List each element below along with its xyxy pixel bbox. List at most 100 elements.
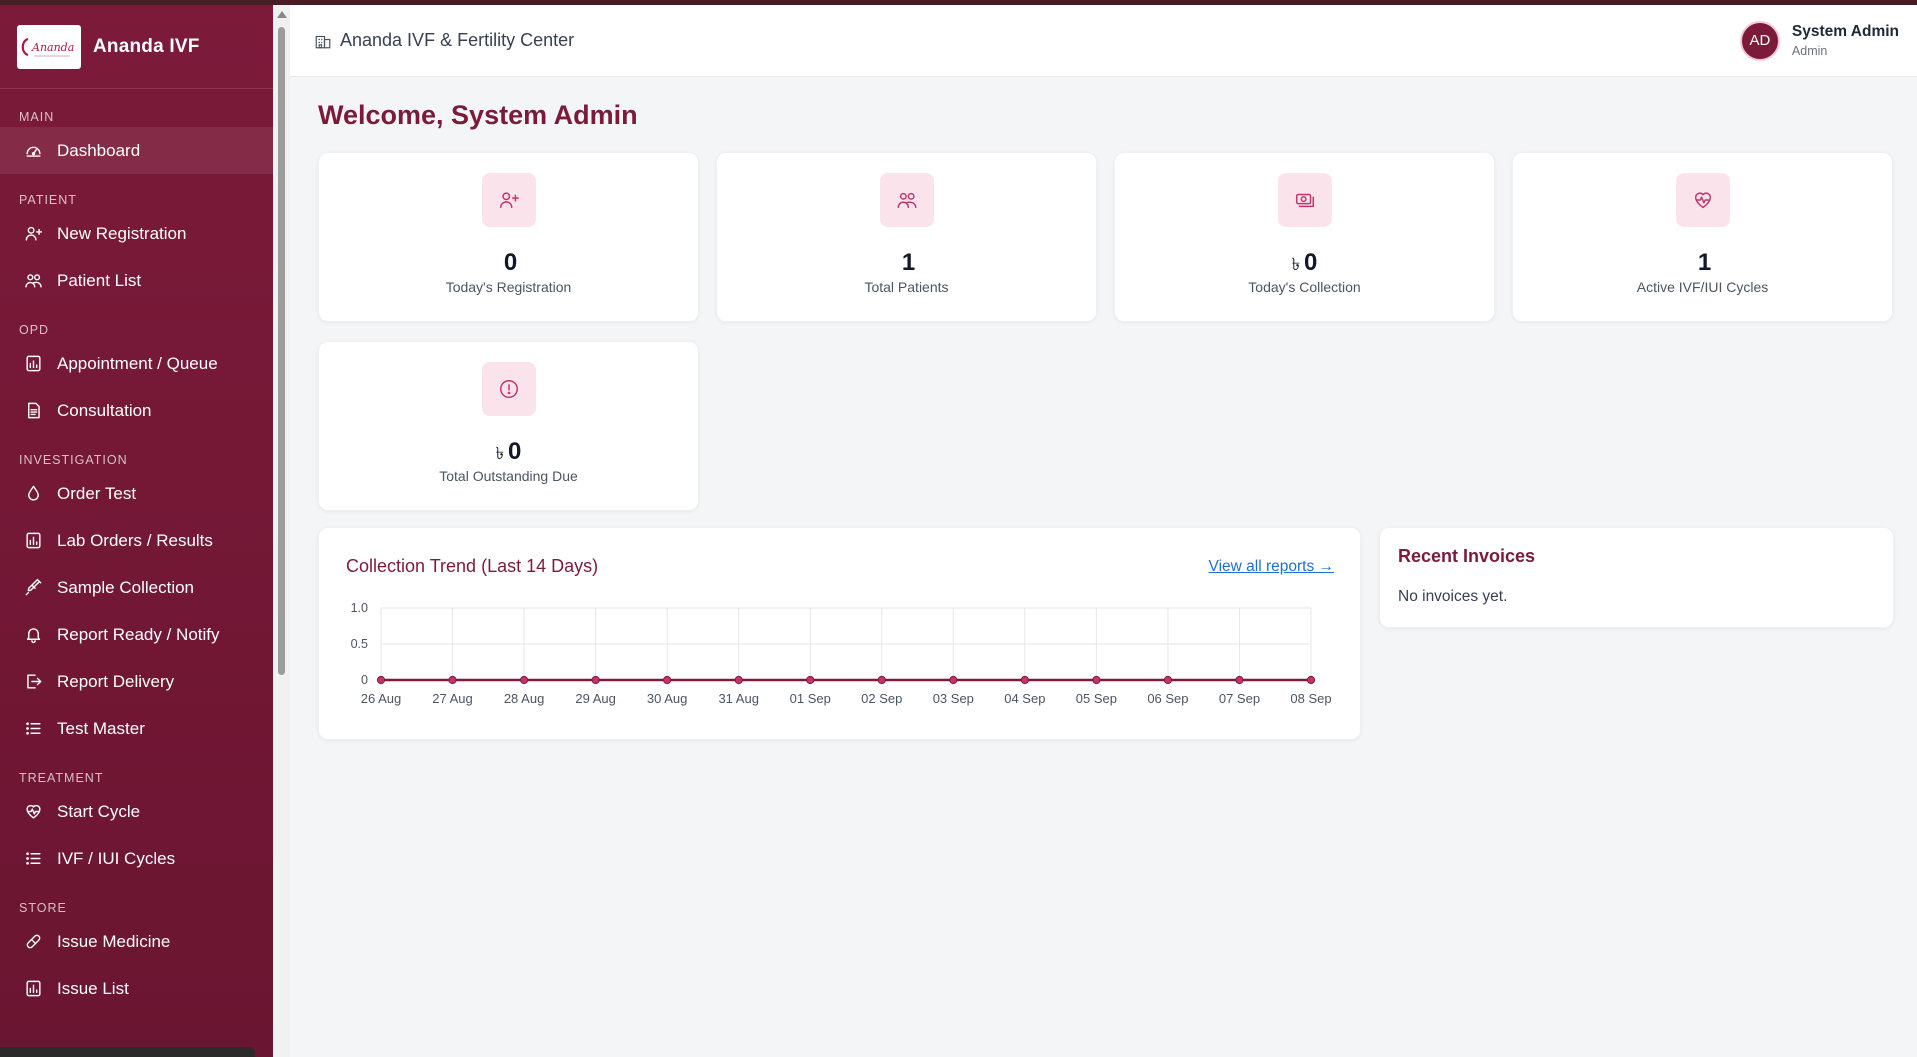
x-tick-label: 28 Aug xyxy=(504,691,545,706)
svg-text:Ananda: Ananda xyxy=(31,41,74,54)
stat-label: Active IVF/IUI Cycles xyxy=(1636,279,1769,295)
scrollbar-thumb[interactable] xyxy=(278,27,285,675)
y-tick-label: 0.5 xyxy=(351,637,368,651)
x-tick-label: 27 Aug xyxy=(432,691,473,706)
sidebar-item-report-ready-notify[interactable]: Report Ready / Notify xyxy=(0,611,273,658)
heart-pulse-icon xyxy=(23,802,43,822)
x-tick-label: 05 Sep xyxy=(1076,691,1117,706)
stat-label: Total Outstanding Due xyxy=(439,468,578,484)
sidebar-item-new-registration[interactable]: New Registration xyxy=(0,210,273,257)
chart-doc-icon xyxy=(23,979,43,999)
sidebar-item-test-master[interactable]: Test Master xyxy=(0,705,273,752)
data-point xyxy=(1092,675,1101,685)
sidebar-item-label: New Registration xyxy=(57,223,187,243)
sidebar-item-label: Issue Medicine xyxy=(57,931,171,951)
alert-circle-icon xyxy=(481,362,536,416)
currency-symbol: ৳ xyxy=(495,444,505,463)
stat-value: 1 xyxy=(1513,249,1892,277)
sidebar-item-label: Patient List xyxy=(57,270,142,290)
top-header: Ananda IVF & Fertility Center AD System … xyxy=(290,5,1917,77)
calendar-doc-icon xyxy=(23,354,43,374)
collection-trend-chart: 1.0 0.5 0 26 Aug 27 Aug 28 Aug 29 Aug 30 Aug 31 … xyxy=(351,601,1332,706)
sidebar-item-label: Report Delivery xyxy=(57,671,175,691)
data-point xyxy=(376,675,386,685)
sidebar-section-label: STORE xyxy=(19,901,67,915)
brand-name: Ananda IVF xyxy=(93,35,200,57)
stat-label: Total Patients xyxy=(864,279,949,295)
sidebar-item-order-test[interactable]: Order Test xyxy=(0,470,273,517)
collection-trend-card: Collection Trend (Last 14 Days) View all… xyxy=(318,527,1361,740)
sidebar-section-label: MAIN xyxy=(19,110,55,124)
sidebar-section-label: PATIENT xyxy=(19,193,77,207)
sidebar-item-issue-medicine[interactable]: Issue Medicine xyxy=(0,918,273,965)
gauge-icon xyxy=(23,141,43,161)
x-tick-label: 31 Aug xyxy=(718,691,759,706)
stat-value: ৳ 0 xyxy=(1115,249,1494,280)
stat-number: 1 xyxy=(1697,249,1712,276)
page-title: Welcome, System Admin xyxy=(318,100,638,130)
sidebar-item-label: Dashboard xyxy=(57,140,141,160)
center-name: Ananda IVF & Fertility Center xyxy=(314,30,574,51)
data-point xyxy=(591,675,600,685)
sidebar-item-label: IVF / IUI Cycles xyxy=(57,848,176,868)
sidebar-item-issue-list[interactable]: Issue List xyxy=(0,965,273,1012)
x-tick-label: 01 Sep xyxy=(790,691,831,706)
stat-number: 0 xyxy=(1304,249,1318,276)
sidebar-section-label: OPD xyxy=(19,323,50,337)
sidebar-item-label: Start Cycle xyxy=(57,801,141,821)
sidebar-item-label: Order Test xyxy=(57,483,137,503)
users-icon xyxy=(23,271,43,291)
sidebar-item-appointment-queue[interactable]: Appointment / Queue xyxy=(0,340,273,387)
export-icon xyxy=(23,672,43,692)
sidebar-item-dashboard[interactable]: Dashboard xyxy=(0,127,273,174)
stat-card: ৳ 0 Total Outstanding Due xyxy=(318,341,699,511)
sidebar-item-label: Lab Orders / Results xyxy=(57,530,213,550)
stat-value: 1 xyxy=(717,249,1096,277)
data-point xyxy=(1306,675,1316,685)
recent-invoices-card: Recent Invoices No invoices yet. xyxy=(1379,527,1894,628)
x-tick-label: 30 Aug xyxy=(647,691,688,706)
x-tick-label: 03 Sep xyxy=(933,691,974,706)
sidebar-item-start-cycle[interactable]: Start Cycle xyxy=(0,788,273,835)
recent-invoices-title: Recent Invoices xyxy=(1398,546,1536,566)
x-tick-label: 07 Sep xyxy=(1219,691,1260,706)
sidebar: Ananda Ananda IVF MAIN Dashboard PATIENT Ne… xyxy=(0,5,273,1057)
stat-number: 0 xyxy=(508,438,522,465)
droplet-icon xyxy=(23,484,43,504)
sidebar-item-label: Consultation xyxy=(57,400,152,420)
scroll-up-arrow-icon[interactable] xyxy=(277,11,287,18)
y-tick-label: 1.0 xyxy=(351,601,368,615)
sidebar-item-report-delivery[interactable]: Report Delivery xyxy=(0,658,273,705)
stat-value: 0 xyxy=(319,249,698,277)
data-point xyxy=(663,675,672,685)
center-name-text: Ananda IVF & Fertility Center xyxy=(340,30,575,50)
stat-card: 0 Today's Registration xyxy=(318,152,699,322)
y-tick-label: 0 xyxy=(361,673,368,687)
user-plus-icon xyxy=(481,173,536,227)
data-point xyxy=(1020,675,1029,685)
sidebar-item-sample-collection[interactable]: Sample Collection xyxy=(0,564,273,611)
building-icon xyxy=(314,32,340,50)
sidebar-item-patient-list[interactable]: Patient List xyxy=(0,257,273,304)
sidebar-item-ivf-iui-cycles[interactable]: IVF / IUI Cycles xyxy=(0,835,273,882)
data-point xyxy=(949,675,958,685)
sidebar-item-label: Issue List xyxy=(57,978,129,998)
money-icon xyxy=(1277,173,1332,227)
list-icon xyxy=(23,719,43,739)
stat-label: Today's Collection xyxy=(1248,279,1361,295)
document-icon xyxy=(23,401,43,421)
sidebar-item-lab-orders-results[interactable]: Lab Orders / Results xyxy=(0,517,273,564)
data-point xyxy=(1235,675,1244,685)
sidebar-item-consultation[interactable]: Consultation xyxy=(0,387,273,434)
stat-label: Today's Registration xyxy=(445,279,572,295)
stat-value: ৳ 0 xyxy=(319,438,698,469)
brand[interactable]: Ananda Ananda IVF xyxy=(0,5,273,89)
avatar[interactable]: AD xyxy=(1739,20,1780,61)
scrollbar[interactable] xyxy=(273,5,290,1057)
stat-number: 0 xyxy=(503,249,518,276)
pill-icon xyxy=(23,932,43,952)
user-menu[interactable]: AD System Admin Admin xyxy=(1739,20,1899,61)
browser-status-bar xyxy=(0,1047,255,1057)
stat-card: 1 Active IVF/IUI Cycles xyxy=(1512,152,1893,322)
data-point xyxy=(519,675,529,685)
